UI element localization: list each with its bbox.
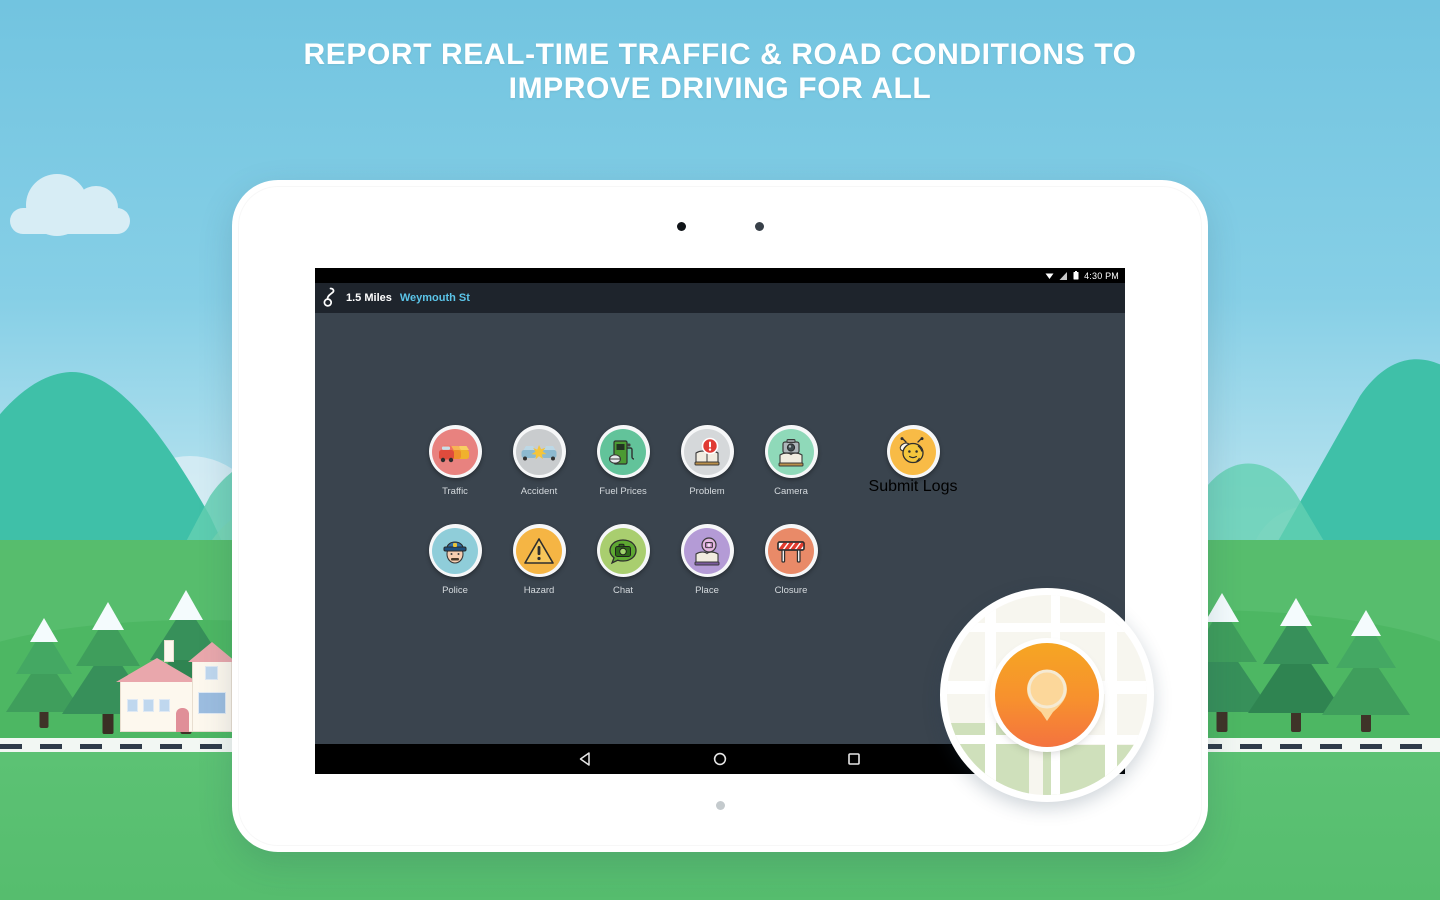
map-road xyxy=(1105,595,1117,795)
signal-icon xyxy=(1059,271,1068,280)
report-label: Problem xyxy=(689,486,725,497)
place-pin-icon xyxy=(684,527,730,574)
submit-logs-button[interactable] xyxy=(886,425,940,478)
status-bar: 4:30 PM xyxy=(315,268,1125,283)
map-location-bubble[interactable] xyxy=(940,588,1154,802)
bee-mascot-icon xyxy=(890,428,936,475)
house xyxy=(116,634,236,732)
report-item-accident[interactable]: Accident xyxy=(497,425,581,497)
recents-button[interactable] xyxy=(847,752,861,766)
report-label: Traffic xyxy=(442,486,468,497)
road-closure-icon xyxy=(768,527,814,574)
report-item-camera[interactable]: Camera xyxy=(749,425,833,497)
pine-tree xyxy=(1322,602,1410,732)
report-label: Submit Logs xyxy=(868,478,958,495)
home-button[interactable] xyxy=(713,752,727,766)
report-item-fuel-prices[interactable]: Fuel Prices xyxy=(581,425,665,497)
report-label: Fuel Prices xyxy=(599,486,647,497)
fuel-pump-icon xyxy=(600,428,646,475)
report-row-1: Traffic Accident Fuel Prices Problem Cam… xyxy=(413,425,833,497)
problem-alert-icon xyxy=(684,428,730,475)
traffic-button[interactable] xyxy=(428,425,482,478)
camera-icon xyxy=(677,222,686,231)
traffic-cars-icon xyxy=(432,428,478,475)
headline-line-2: IMPROVE DRIVING FOR ALL xyxy=(508,72,932,105)
chat-bubble-icon xyxy=(600,527,646,574)
report-item-hazard[interactable]: Hazard xyxy=(497,524,581,596)
back-button[interactable] xyxy=(579,752,593,766)
report-item-place[interactable]: Place xyxy=(665,524,749,596)
report-item-traffic[interactable]: Traffic xyxy=(413,425,497,497)
police-button[interactable] xyxy=(428,524,482,577)
accident-crash-icon xyxy=(516,428,562,475)
accident-button[interactable] xyxy=(512,425,566,478)
speed-camera-icon xyxy=(768,428,814,475)
report-label: Place xyxy=(695,585,719,596)
map-preview xyxy=(947,595,1147,795)
map-road xyxy=(947,623,1147,632)
battery-icon xyxy=(1073,271,1079,280)
closure-button[interactable] xyxy=(764,524,818,577)
police-officer-icon xyxy=(432,527,478,574)
report-item-chat[interactable]: Chat xyxy=(581,524,665,596)
hazard-warning-icon xyxy=(516,527,562,574)
status-clock: 4:30 PM xyxy=(1084,270,1119,281)
home-indicator-icon xyxy=(716,801,725,810)
square-icon xyxy=(848,753,860,765)
headline-line-1: REPORT REAL-TIME TRAFFIC & ROAD CONDITIO… xyxy=(303,38,1137,71)
cloud xyxy=(10,174,130,236)
trip-distance: 1.5 Miles xyxy=(346,292,392,304)
problem-button[interactable] xyxy=(680,425,734,478)
sensor-icon xyxy=(755,222,764,231)
place-button[interactable] xyxy=(680,524,734,577)
report-label: Hazard xyxy=(523,585,555,596)
report-label: Police xyxy=(442,585,468,596)
circle-icon xyxy=(713,752,727,766)
camera-button[interactable] xyxy=(764,425,818,478)
report-item-police[interactable]: Police xyxy=(413,524,497,596)
location-pin-icon xyxy=(995,643,1099,747)
report-label: Closure xyxy=(774,585,808,596)
triangle-left-icon xyxy=(579,752,590,766)
page-headline: REPORT REAL-TIME TRAFFIC & ROAD CONDITIO… xyxy=(0,38,1440,106)
wifi-icon xyxy=(1045,273,1054,279)
report-item-problem[interactable]: Problem xyxy=(665,425,749,497)
hazard-button[interactable] xyxy=(512,524,566,577)
report-label: Accident xyxy=(520,486,558,497)
report-item-closure[interactable]: Closure xyxy=(749,524,833,596)
app-header: 1.5 Miles Weymouth St xyxy=(315,283,1125,313)
report-type-grid: Traffic Accident Fuel Prices Problem Cam… xyxy=(413,425,833,596)
report-label: Camera xyxy=(774,486,808,497)
fuel-prices-button[interactable] xyxy=(596,425,650,478)
route-icon xyxy=(323,287,335,307)
street-name: Weymouth St xyxy=(399,292,470,304)
chat-button[interactable] xyxy=(596,524,650,577)
report-item-submit-logs[interactable]: Submit Logs xyxy=(868,425,958,496)
report-row-2: Police Hazard Chat Place Closure xyxy=(413,524,833,596)
report-label: Chat xyxy=(612,585,634,596)
